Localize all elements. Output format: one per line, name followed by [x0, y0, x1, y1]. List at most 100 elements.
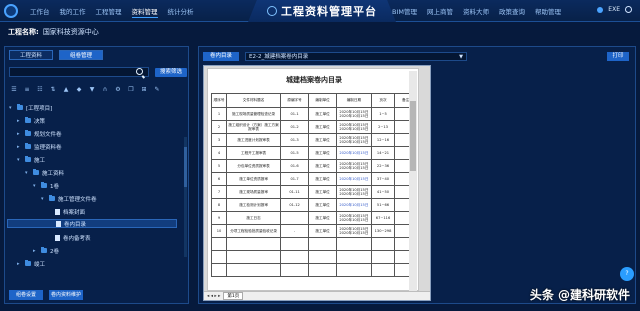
table-cell: 施工组织设计（方案）施工方案报审表 [226, 120, 282, 134]
table-cell: 施工单位 [308, 159, 338, 173]
doc-type-button[interactable]: 卷内目录 [203, 52, 239, 61]
tree-item[interactable]: ▾ 施工管理文件卷 [41, 194, 97, 203]
sheet-tab[interactable]: 第1页 [223, 292, 244, 300]
nav-item-documents[interactable]: 资料管理 [131, 6, 158, 18]
table-cell: 10 [210, 224, 228, 238]
table-row: 2 施工组织设计（方案）施工方案报审表 01-2 施工单位 2020年10月15日 20… [210, 120, 417, 134]
nav-item-my-work[interactable]: 我的工作 [60, 6, 86, 18]
chevron-down-icon[interactable]: ▾ [9, 105, 14, 111]
table-cell: 2020年10月15日 [336, 172, 372, 186]
tree-item[interactable]: ▾ 施工资料 [25, 168, 64, 177]
folder-icon [17, 103, 23, 110]
nav-item-bim[interactable]: BIM管理 [392, 6, 417, 16]
folder-icon [41, 181, 47, 188]
chevron-right-icon[interactable]: ▸ [33, 248, 38, 254]
table-cell: 51~66 [370, 198, 396, 212]
file-icon [56, 220, 61, 227]
search-icon[interactable] [136, 68, 143, 75]
expand-all-icon[interactable]: ☰ [11, 87, 17, 93]
tree-item[interactable]: ▸ 决策 [17, 116, 45, 125]
tree-item-selected[interactable]: 卷内目录 [7, 219, 177, 228]
col-header: 文件材料题名 [226, 93, 282, 108]
avatar[interactable] [597, 6, 604, 13]
table-row: 5 分包单位资质报审表 01-6 施工单位 2020年10月15日 2020年10月15… [210, 159, 417, 173]
help-float-icon[interactable]: ? [620, 267, 634, 281]
power-icon[interactable] [625, 6, 632, 13]
tree-item[interactable]: 档案封面 [55, 207, 85, 216]
tree-item[interactable]: ▸ 规划文件卷 [17, 129, 62, 138]
app-title: 工程资料管理平台 [281, 5, 377, 18]
volume-settings-button[interactable]: 组卷设置 [9, 290, 43, 300]
search-input[interactable] [9, 67, 149, 77]
nav-item-help[interactable]: 帮助管理 [535, 6, 561, 16]
table-cell: 施工检测计划报审 [226, 198, 282, 212]
folder-icon [25, 116, 31, 123]
sort-icon[interactable]: ⇅ [50, 87, 56, 93]
chevron-right-icon[interactable]: ▸ [17, 261, 22, 267]
up-icon[interactable]: ▲ [63, 87, 69, 93]
document-scrollbar[interactable] [409, 71, 417, 294]
table-cell [210, 250, 228, 264]
copy-icon[interactable]: ❐ [128, 87, 134, 93]
chevron-right-icon[interactable]: ▸ [17, 144, 22, 150]
nav-item-workbench[interactable]: 工作台 [30, 6, 50, 18]
chevron-right-icon[interactable]: ▸ [17, 131, 22, 137]
tree-scrollbar[interactable] [184, 137, 187, 257]
logo-icon [4, 4, 18, 18]
tree-item[interactable]: ▸ 竣工 [17, 259, 45, 268]
user-name[interactable]: EXE [608, 6, 620, 13]
diamond-icon[interactable]: ◆ [76, 87, 82, 93]
chevron-down-icon[interactable]: ▾ [25, 170, 30, 176]
volume-maintain-button[interactable]: 卷内资料维护 [49, 290, 83, 300]
chevron-down-icon[interactable]: ▾ [41, 196, 46, 202]
table-cell [226, 237, 282, 251]
table-cell: 施工单位资质报审 [226, 172, 282, 186]
tree-toolbar: ☰ ≡ ☷ ⇅ ▲ ◆ ▼ ∩ ⚙ ❐ ⊞ ✎ [11, 87, 160, 93]
table-cell [280, 237, 310, 251]
chevron-right-icon[interactable]: ▸ [17, 118, 22, 124]
folder-icon [33, 168, 39, 175]
edit-icon[interactable]: ✎ [154, 87, 160, 93]
col-header: 页次 [370, 93, 396, 108]
table-cell [226, 263, 282, 277]
folder-icon [25, 129, 31, 136]
add-icon[interactable]: ⊞ [141, 87, 147, 93]
chevron-down-icon[interactable]: ▾ [33, 183, 38, 189]
tree-item[interactable]: ▾ 1卷 [33, 181, 59, 190]
table-cell: 2020年10月15日 2020年10月15日 [336, 211, 372, 225]
nav-item-master[interactable]: 资料大师 [463, 6, 489, 16]
sheet-nav-icon[interactable]: ◂ ◂ ▸ ▸ [207, 294, 220, 299]
table-row [210, 237, 417, 251]
print-button[interactable]: 打印 [607, 52, 629, 61]
tab-volume-manage[interactable]: 组卷管理 [59, 50, 103, 60]
project-name: 国家科技资源中心 [42, 28, 99, 36]
table-cell: 施工单位 [308, 211, 338, 225]
table-row: 7 施工现场质量报审 01-11 施工单位 2020年10月15日 2020年10月15… [210, 185, 417, 199]
doc-select[interactable]: E2-2_城建档案卷内目录 ▼ [245, 52, 467, 61]
nav-item-project[interactable]: 工程管理 [96, 6, 122, 18]
chevron-down-icon[interactable]: ▾ [17, 157, 22, 163]
tree-item[interactable]: ▾ 施工 [17, 155, 45, 164]
table-cell: 14~21 [370, 146, 396, 160]
filter-button[interactable]: 搜索筛选 [155, 68, 187, 77]
table-cell: 施工现场质量管理检查记录 [226, 107, 282, 121]
link-icon[interactable]: ∩ [102, 87, 108, 93]
nav-item-stats[interactable]: 统计分析 [168, 6, 194, 18]
collapse-icon[interactable]: ≡ [24, 87, 30, 93]
table-cell: 2020年10月15日 [336, 146, 372, 160]
tree-item[interactable]: ▸ 监理资料卷 [17, 142, 62, 151]
table-cell: - [280, 224, 310, 238]
table-cell [210, 237, 228, 251]
chevron-down-icon[interactable]: ▼ [459, 53, 463, 61]
tree-item[interactable]: ▸ 2卷 [33, 246, 59, 255]
down-icon[interactable]: ▼ [89, 87, 95, 93]
tab-project-docs[interactable]: 工程资料 [9, 50, 53, 60]
nav-item-online[interactable]: 网上商管 [427, 6, 453, 16]
nav-item-policy[interactable]: 政策查询 [499, 6, 525, 16]
document-page: 城建档案卷内目录 顺序号 文件材料题名 原编字号 编制单位 编制日期 页次 备注 [207, 68, 419, 294]
list-icon[interactable]: ☷ [37, 87, 43, 93]
table-cell: 施工单位 [308, 146, 338, 160]
tree-item[interactable]: ▾ [工程项目] [9, 103, 52, 112]
tree-item[interactable]: 卷内备考表 [55, 233, 91, 242]
settings-icon[interactable]: ⚙ [115, 87, 121, 93]
